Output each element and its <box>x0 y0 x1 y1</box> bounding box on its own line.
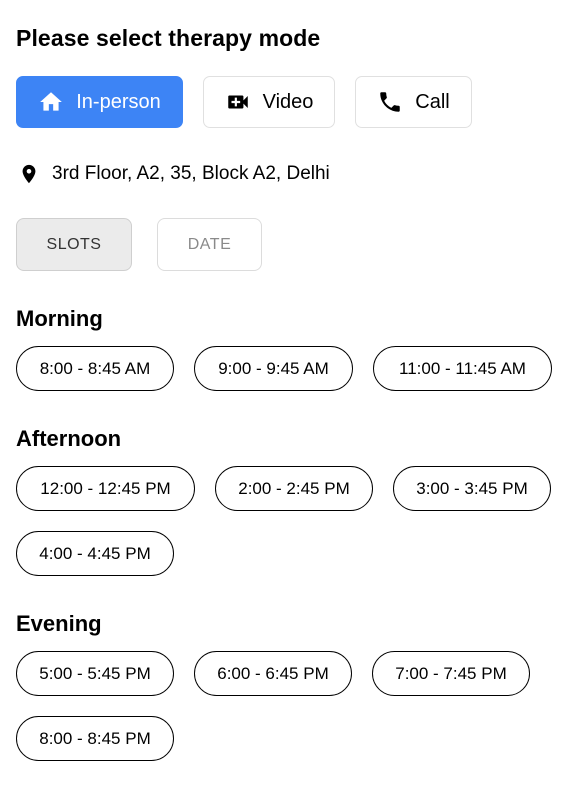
mode-button-video[interactable]: Video <box>203 76 335 128</box>
slot-button[interactable]: 11:00 - 11:45 AM <box>373 346 552 391</box>
section-title-morning: Morning <box>16 306 103 331</box>
slot-button[interactable]: 9:00 - 9:45 AM <box>194 346 353 391</box>
slot-button[interactable]: 6:00 - 6:45 PM <box>194 651 352 696</box>
mode-button-in-person[interactable]: In-person <box>16 76 183 128</box>
slot-button[interactable]: 5:00 - 5:45 PM <box>16 651 174 696</box>
address-row: 3rd Floor, A2, 35, Block A2, Delhi <box>18 160 330 188</box>
slot-button[interactable]: 4:00 - 4:45 PM <box>16 531 174 576</box>
section-title-evening: Evening <box>16 611 102 636</box>
page-title: Please select therapy mode <box>16 25 321 51</box>
tab-slots[interactable]: SLOTS <box>16 218 132 271</box>
video-camera-icon <box>225 89 251 115</box>
section-title-afternoon: Afternoon <box>16 426 122 451</box>
home-icon <box>38 89 64 115</box>
therapy-mode-page: Please select therapy mode In-person Vid… <box>0 0 572 805</box>
phone-icon <box>377 89 403 115</box>
mode-label: In-person <box>76 90 161 113</box>
slot-button[interactable]: 8:00 - 8:45 PM <box>16 716 174 761</box>
slot-button[interactable]: 12:00 - 12:45 PM <box>16 466 195 511</box>
tab-date[interactable]: DATE <box>157 218 262 271</box>
slot-button[interactable]: 3:00 - 3:45 PM <box>393 466 551 511</box>
address-text: 3rd Floor, A2, 35, Block A2, Delhi <box>52 163 330 184</box>
location-pin-icon <box>18 162 40 186</box>
slot-button[interactable]: 7:00 - 7:45 PM <box>372 651 530 696</box>
mode-button-call[interactable]: Call <box>355 76 472 128</box>
mode-label: Call <box>415 90 450 113</box>
slot-button[interactable]: 2:00 - 2:45 PM <box>215 466 373 511</box>
mode-label: Video <box>262 90 314 113</box>
slot-button[interactable]: 8:00 - 8:45 AM <box>16 346 174 391</box>
